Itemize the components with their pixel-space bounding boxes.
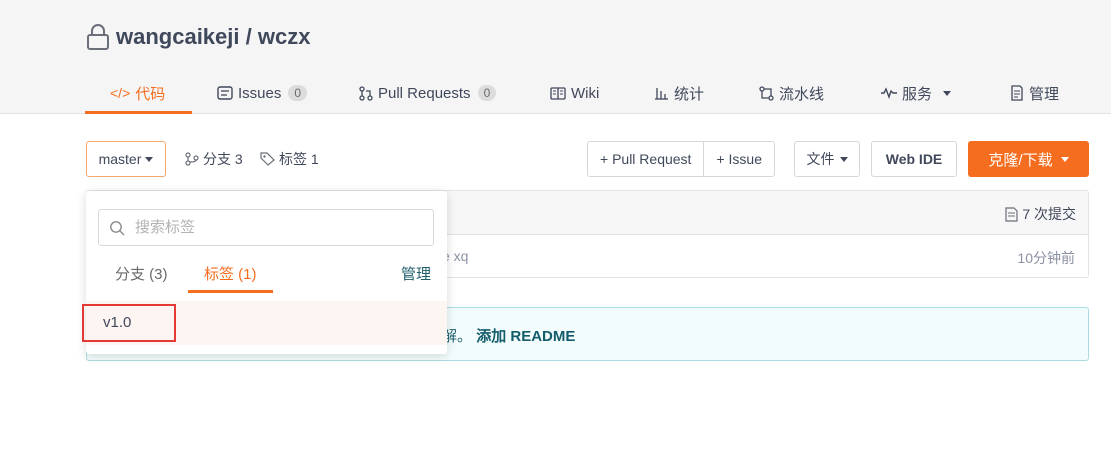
pulse-icon: [881, 87, 897, 99]
pr-count-badge: 0: [477, 85, 497, 101]
tab-label: Wiki: [571, 84, 600, 102]
tab-code[interactable]: </> 代码: [85, 72, 193, 114]
web-ide-button[interactable]: Web IDE: [871, 141, 957, 177]
create-button-group: + Pull Request + Issue: [587, 141, 775, 177]
commits-icon: [1005, 206, 1018, 222]
tab-pipeline[interactable]: 流水线: [759, 72, 824, 114]
tab-label: 代码: [135, 85, 166, 103]
issues-icon: [217, 86, 233, 100]
tab-label: 统计: [674, 85, 705, 103]
manage-tags-link[interactable]: 管理: [401, 253, 431, 293]
tab-branches[interactable]: 分支 (3): [115, 253, 168, 293]
tab-tags[interactable]: 标签 (1): [188, 253, 272, 293]
chevron-down-icon: [943, 90, 952, 96]
tag-search-box: [98, 209, 434, 246]
repo-header: wangcaikeji / wczx </> 代码 Issues 0 Pull …: [0, 0, 1111, 114]
tab-manage[interactable]: 管理: [1010, 72, 1059, 114]
new-issue-button[interactable]: + Issue: [703, 142, 774, 176]
tab-label: 流水线: [779, 85, 825, 103]
tab-services[interactable]: 服务: [881, 72, 952, 114]
stats-icon: [655, 88, 668, 100]
dropdown-tabs: 分支 (3) 标签 (1): [86, 253, 447, 293]
chevron-down-icon: [145, 156, 154, 162]
pull-request-icon: [359, 85, 373, 101]
tab-pull-requests[interactable]: Pull Requests 0: [359, 72, 497, 114]
manage-icon: [1011, 85, 1023, 101]
commit-count: 7 次提交: [1022, 206, 1076, 222]
tag-search-input[interactable]: [135, 219, 415, 236]
tag-icon: [260, 152, 275, 166]
annotation-highlight-box: [82, 304, 176, 342]
repo-name[interactable]: wangcaikeji / wczx: [116, 24, 310, 50]
branches-count: 分支 3: [203, 151, 243, 167]
branch-select-button[interactable]: master: [86, 141, 166, 177]
tags-link[interactable]: 标签 1: [260, 141, 319, 177]
branch-name: master: [98, 151, 142, 167]
repo-toolbar: master 分支 3 标签 1 + Pull Request + Issue …: [0, 141, 1111, 177]
readme-notice-text: 解。 添加 README: [442, 325, 575, 346]
chevron-down-icon: [839, 156, 848, 162]
lock-icon: [87, 24, 109, 50]
issues-count-badge: 0: [288, 85, 308, 101]
chevron-down-icon: [1060, 156, 1069, 162]
tab-label: 管理: [1029, 85, 1060, 103]
code-icon: </>: [110, 85, 131, 101]
commit-count-link[interactable]: 7 次提交: [1005, 204, 1076, 224]
repo-title: wangcaikeji / wczx: [86, 24, 310, 50]
tags-count: 标签 1: [279, 151, 319, 167]
tab-issues[interactable]: Issues 0: [217, 72, 308, 114]
tab-label: Issues: [238, 84, 282, 102]
tab-label: 服务: [902, 85, 933, 103]
wiki-icon: [550, 86, 566, 100]
search-icon: [110, 220, 125, 235]
new-pull-request-button[interactable]: + Pull Request: [588, 142, 703, 176]
clone-download-button[interactable]: 克隆/下载: [968, 141, 1089, 177]
branches-link[interactable]: 分支 3: [185, 141, 243, 177]
repo-tabs: </> 代码 Issues 0 Pull Requests 0 Wiki 统计 …: [0, 72, 1111, 114]
file-label: 文件: [806, 151, 835, 167]
pipeline-icon: [759, 85, 774, 101]
tab-wiki[interactable]: Wiki: [550, 72, 599, 114]
clone-label: 克隆/下载: [988, 151, 1053, 169]
tab-label: Pull Requests: [378, 84, 471, 102]
file-menu-button[interactable]: 文件: [794, 141, 860, 177]
branch-icon: [185, 152, 199, 166]
add-readme-link[interactable]: 添加 README: [476, 328, 575, 345]
tab-stats[interactable]: 统计: [654, 72, 704, 114]
commit-time: 10分钟前: [1017, 250, 1075, 266]
